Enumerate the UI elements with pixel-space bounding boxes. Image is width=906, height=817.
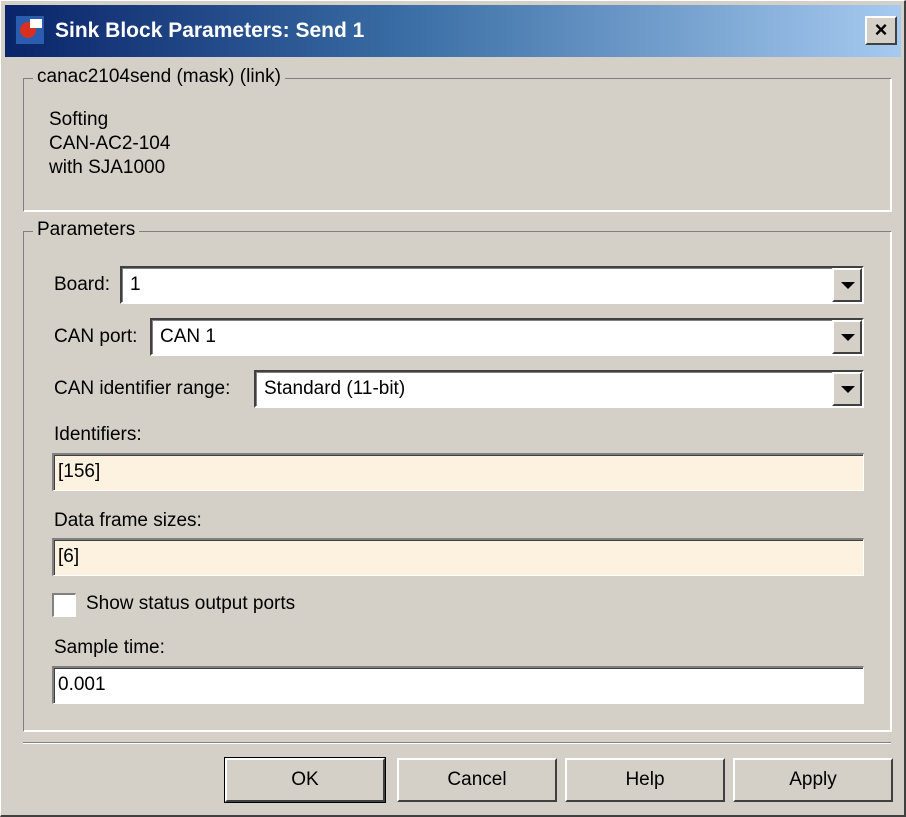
chevron-down-icon xyxy=(841,282,855,289)
help-button[interactable]: Help xyxy=(565,758,725,802)
status-ports-checkbox[interactable] xyxy=(52,593,76,617)
description-line: with SJA1000 xyxy=(49,157,166,178)
cancel-button[interactable]: Cancel xyxy=(397,758,557,802)
board-dropdown-button[interactable] xyxy=(832,268,862,302)
dialog-window: Sink Block Parameters: Send 1 × canac210… xyxy=(0,0,906,817)
ok-button[interactable]: OK xyxy=(224,757,386,803)
can-port-dropdown-button[interactable] xyxy=(832,320,862,354)
can-port-label: CAN port: xyxy=(54,326,138,347)
board-select[interactable]: 1 xyxy=(120,266,864,304)
chevron-down-icon xyxy=(841,386,855,393)
simulink-block-icon xyxy=(15,15,45,45)
parameters-legend: Parameters xyxy=(33,219,140,241)
button-separator xyxy=(23,742,891,744)
identifiers-label: Identifiers: xyxy=(54,424,142,445)
id-range-select[interactable]: Standard (11-bit) xyxy=(254,370,864,408)
id-range-label: CAN identifier range: xyxy=(54,378,231,399)
can-port-select[interactable]: CAN 1 xyxy=(150,318,864,356)
mask-group: canac2104send (mask) (link) Softing CAN-… xyxy=(23,66,891,211)
title-bar[interactable]: Sink Block Parameters: Send 1 × xyxy=(5,5,901,57)
window-title: Sink Block Parameters: Send 1 xyxy=(55,19,365,42)
board-label: Board: xyxy=(54,274,110,295)
identifiers-field[interactable]: [156] xyxy=(52,453,864,491)
mask-description: Softing CAN-AC2-104 with SJA1000 xyxy=(49,108,170,180)
description-line: CAN-AC2-104 xyxy=(49,133,171,154)
frame-sizes-label: Data frame sizes: xyxy=(54,510,202,531)
parameters-group: Parameters Board: 1 CAN port: CAN 1 CAN … xyxy=(23,219,891,731)
status-ports-label[interactable]: Show status output ports xyxy=(86,593,295,615)
id-range-select-value: Standard (11-bit) xyxy=(264,378,406,399)
board-select-value: 1 xyxy=(130,274,141,295)
frame-sizes-field[interactable]: [6] xyxy=(52,538,864,576)
sample-time-label: Sample time: xyxy=(54,637,165,658)
apply-button[interactable]: Apply xyxy=(733,758,893,802)
mask-group-legend: canac2104send (mask) (link) xyxy=(33,66,285,88)
id-range-dropdown-button[interactable] xyxy=(832,372,862,406)
can-port-select-value: CAN 1 xyxy=(160,326,216,347)
close-button[interactable]: × xyxy=(865,16,897,45)
description-line: Softing xyxy=(49,109,109,130)
sample-time-field[interactable]: 0.001 xyxy=(52,666,864,704)
chevron-down-icon xyxy=(841,334,855,341)
close-icon: × xyxy=(874,17,888,42)
